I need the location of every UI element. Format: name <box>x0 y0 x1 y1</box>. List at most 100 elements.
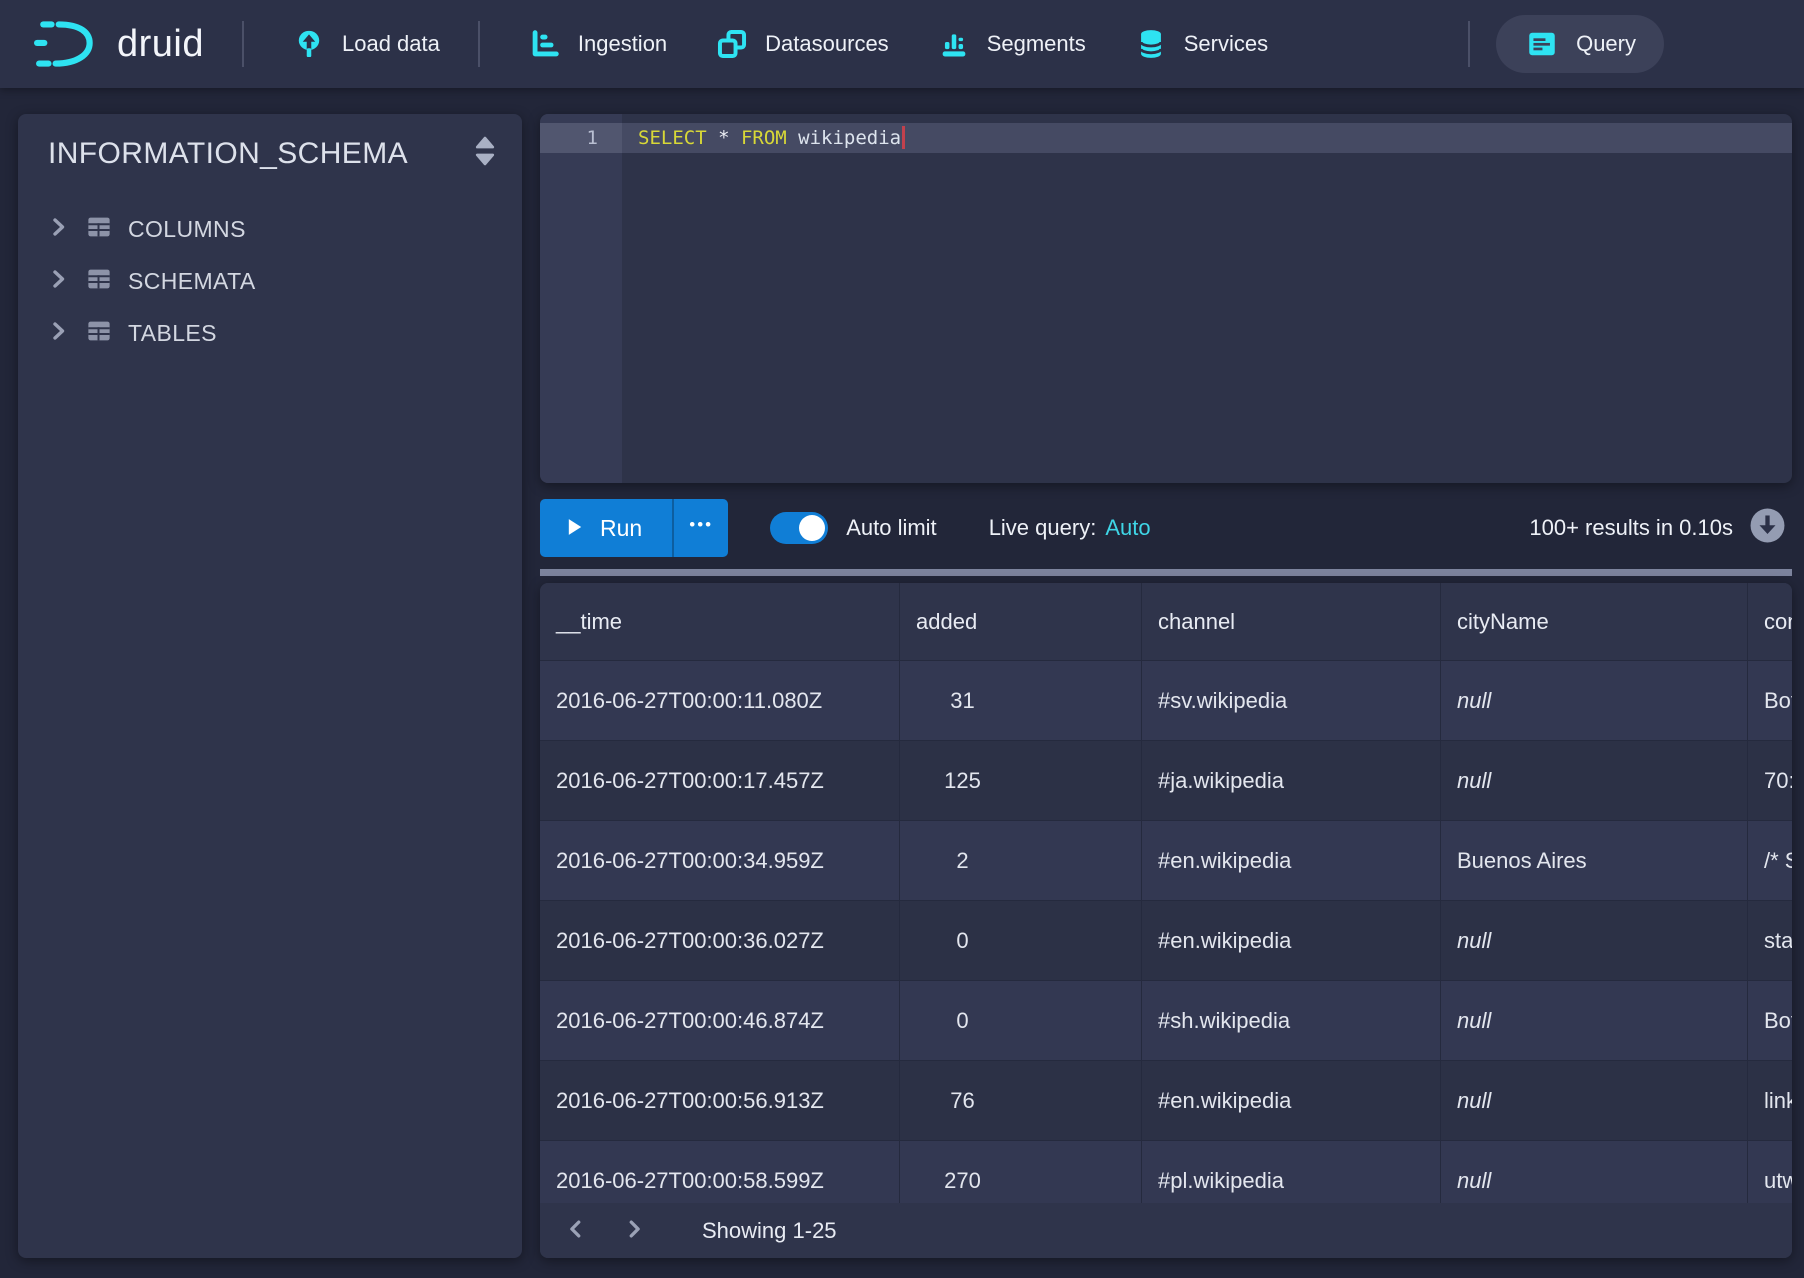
nav-item-segments[interactable]: Segments <box>937 27 1086 61</box>
nav-item-datasources[interactable]: Datasources <box>715 27 889 61</box>
live-query-control: Live query:Auto <box>989 515 1151 541</box>
datasources-icon <box>715 27 749 61</box>
cell-cityname[interactable]: null <box>1441 661 1748 740</box>
cell-comment[interactable]: utw <box>1748 1141 1792 1203</box>
auto-limit-toggle[interactable] <box>770 512 828 544</box>
schema-tree: COLUMNS SCHEMATA <box>18 203 522 359</box>
cell-time[interactable]: 2016-06-27T00:00:11.080Z <box>540 661 900 740</box>
cell-added[interactable]: 31 <box>900 661 1142 740</box>
table-row[interactable]: 2016-06-27T00:00:46.874Z 0 #sh.wikipedia… <box>540 981 1792 1061</box>
double-caret-icon[interactable] <box>472 134 498 173</box>
nav-item-label: Query <box>1576 31 1636 57</box>
cell-added[interactable]: 76 <box>900 1061 1142 1140</box>
cell-comment[interactable]: link <box>1748 1061 1792 1140</box>
run-button[interactable]: Run <box>540 499 672 557</box>
cell-added[interactable]: 125 <box>900 741 1142 820</box>
cell-comment[interactable]: Bot <box>1748 981 1792 1060</box>
results-summary-text: 100+ results in 0.10s <box>1529 515 1733 541</box>
cell-time[interactable]: 2016-06-27T00:00:56.913Z <box>540 1061 900 1140</box>
top-nav: druid Load data Ingestion <box>0 0 1804 88</box>
table-row[interactable]: 2016-06-27T00:00:36.027Z 0 #en.wikipedia… <box>540 901 1792 981</box>
chevron-right-icon <box>623 1216 645 1245</box>
cell-channel[interactable]: #sh.wikipedia <box>1142 981 1441 1060</box>
cell-time[interactable]: 2016-06-27T00:00:36.027Z <box>540 901 900 980</box>
pagination-status: Showing 1-25 <box>702 1218 837 1244</box>
nav-item-services[interactable]: Services <box>1134 27 1268 61</box>
sql-table-name: wikipedia <box>798 127 901 149</box>
druid-logo[interactable]: druid <box>34 17 204 71</box>
next-page-button[interactable] <box>612 1209 656 1253</box>
run-more-options-button[interactable]: ••• <box>672 499 728 557</box>
chevron-right-icon[interactable] <box>46 215 70 244</box>
schema-selector[interactable]: INFORMATION_SCHEMA <box>48 137 408 171</box>
chevron-right-icon[interactable] <box>46 267 70 296</box>
line-number: 1 <box>540 123 622 153</box>
cell-time[interactable]: 2016-06-27T00:00:34.959Z <box>540 821 900 900</box>
column-header-channel[interactable]: channel <box>1142 583 1441 660</box>
cell-comment[interactable]: Bot <box>1748 661 1792 740</box>
sql-query-line[interactable]: SELECT*FROMwikipedia <box>622 123 1792 153</box>
sql-editor[interactable]: 1 SELECT*FROMwikipedia <box>540 114 1792 483</box>
cell-added[interactable]: 0 <box>900 981 1142 1060</box>
sql-keyword: FROM <box>741 127 787 149</box>
ellipsis-icon: ••• <box>689 515 713 535</box>
tree-item-label: SCHEMATA <box>128 268 256 295</box>
cell-time[interactable]: 2016-06-27T00:00:46.874Z <box>540 981 900 1060</box>
table-row[interactable]: 2016-06-27T00:00:58.599Z 270 #pl.wikiped… <box>540 1141 1792 1203</box>
results-table: __time added channel cityName comment 20… <box>540 583 1792 1203</box>
cell-channel[interactable]: #en.wikipedia <box>1142 1061 1441 1140</box>
column-header-comment[interactable]: comment <box>1748 583 1792 660</box>
editor-code-area[interactable]: SELECT*FROMwikipedia <box>622 114 1792 483</box>
query-toolbar: Run ••• Auto limit Live query:Auto 100+ … <box>540 499 1792 557</box>
cell-added[interactable]: 0 <box>900 901 1142 980</box>
cell-added[interactable]: 2 <box>900 821 1142 900</box>
cell-channel[interactable]: #pl.wikipedia <box>1142 1141 1441 1203</box>
cell-channel[interactable]: #sv.wikipedia <box>1142 661 1441 740</box>
cell-time[interactable]: 2016-06-27T00:00:17.457Z <box>540 741 900 820</box>
cell-comment[interactable]: 70: <box>1748 741 1792 820</box>
cell-added[interactable]: 270 <box>900 1141 1142 1203</box>
table-row[interactable]: 2016-06-27T00:00:17.457Z 125 #ja.wikiped… <box>540 741 1792 821</box>
cell-time[interactable]: 2016-06-27T00:00:58.599Z <box>540 1141 900 1203</box>
nav-item-label: Ingestion <box>578 31 667 57</box>
cell-cityname[interactable]: null <box>1441 981 1748 1060</box>
column-header-cityname[interactable]: cityName <box>1441 583 1748 660</box>
cell-cityname[interactable]: null <box>1441 901 1748 980</box>
cell-channel[interactable]: #en.wikipedia <box>1142 901 1441 980</box>
table-icon <box>84 212 114 247</box>
tree-item-schemata[interactable]: SCHEMATA <box>18 255 522 307</box>
table-row[interactable]: 2016-06-27T00:00:56.913Z 76 #en.wikipedi… <box>540 1061 1792 1141</box>
chevron-left-icon <box>565 1216 587 1245</box>
cell-channel[interactable]: #en.wikipedia <box>1142 821 1441 900</box>
tree-item-tables[interactable]: TABLES <box>18 307 522 359</box>
table-icon <box>84 316 114 351</box>
nav-item-load-data[interactable]: Load data <box>292 27 440 61</box>
auto-limit-label: Auto limit <box>846 515 936 541</box>
cell-cityname[interactable]: null <box>1441 741 1748 820</box>
download-icon[interactable] <box>1749 507 1786 550</box>
cell-cityname[interactable]: Buenos Aires <box>1441 821 1748 900</box>
previous-page-button[interactable] <box>554 1209 598 1253</box>
druid-logo-icon <box>34 17 102 71</box>
editor-gutter: 1 <box>540 114 622 483</box>
cell-comment[interactable]: sta <box>1748 901 1792 980</box>
nav-item-ingestion[interactable]: Ingestion <box>528 27 667 61</box>
nav-divider <box>242 21 244 67</box>
chevron-right-icon[interactable] <box>46 319 70 348</box>
sql-operator: * <box>718 127 729 149</box>
cell-channel[interactable]: #ja.wikipedia <box>1142 741 1441 820</box>
cell-cityname[interactable]: null <box>1441 1141 1748 1203</box>
column-header-added[interactable]: added <box>900 583 1142 660</box>
tree-item-columns[interactable]: COLUMNS <box>18 203 522 255</box>
table-row[interactable]: 2016-06-27T00:00:11.080Z 31 #sv.wikipedi… <box>540 661 1792 741</box>
table-row[interactable]: 2016-06-27T00:00:34.959Z 2 #en.wikipedia… <box>540 821 1792 901</box>
results-panel: __time added channel cityName comment 20… <box>540 583 1792 1258</box>
query-progress-bar <box>540 569 1792 576</box>
results-footer: Showing 1-25 <box>540 1203 1792 1258</box>
column-header-time[interactable]: __time <box>540 583 900 660</box>
cell-cityname[interactable]: null <box>1441 1061 1748 1140</box>
nav-item-query[interactable]: Query <box>1496 15 1664 73</box>
cell-comment[interactable]: /* S <box>1748 821 1792 900</box>
nav-divider <box>1468 21 1470 67</box>
live-query-value[interactable]: Auto <box>1105 515 1150 540</box>
